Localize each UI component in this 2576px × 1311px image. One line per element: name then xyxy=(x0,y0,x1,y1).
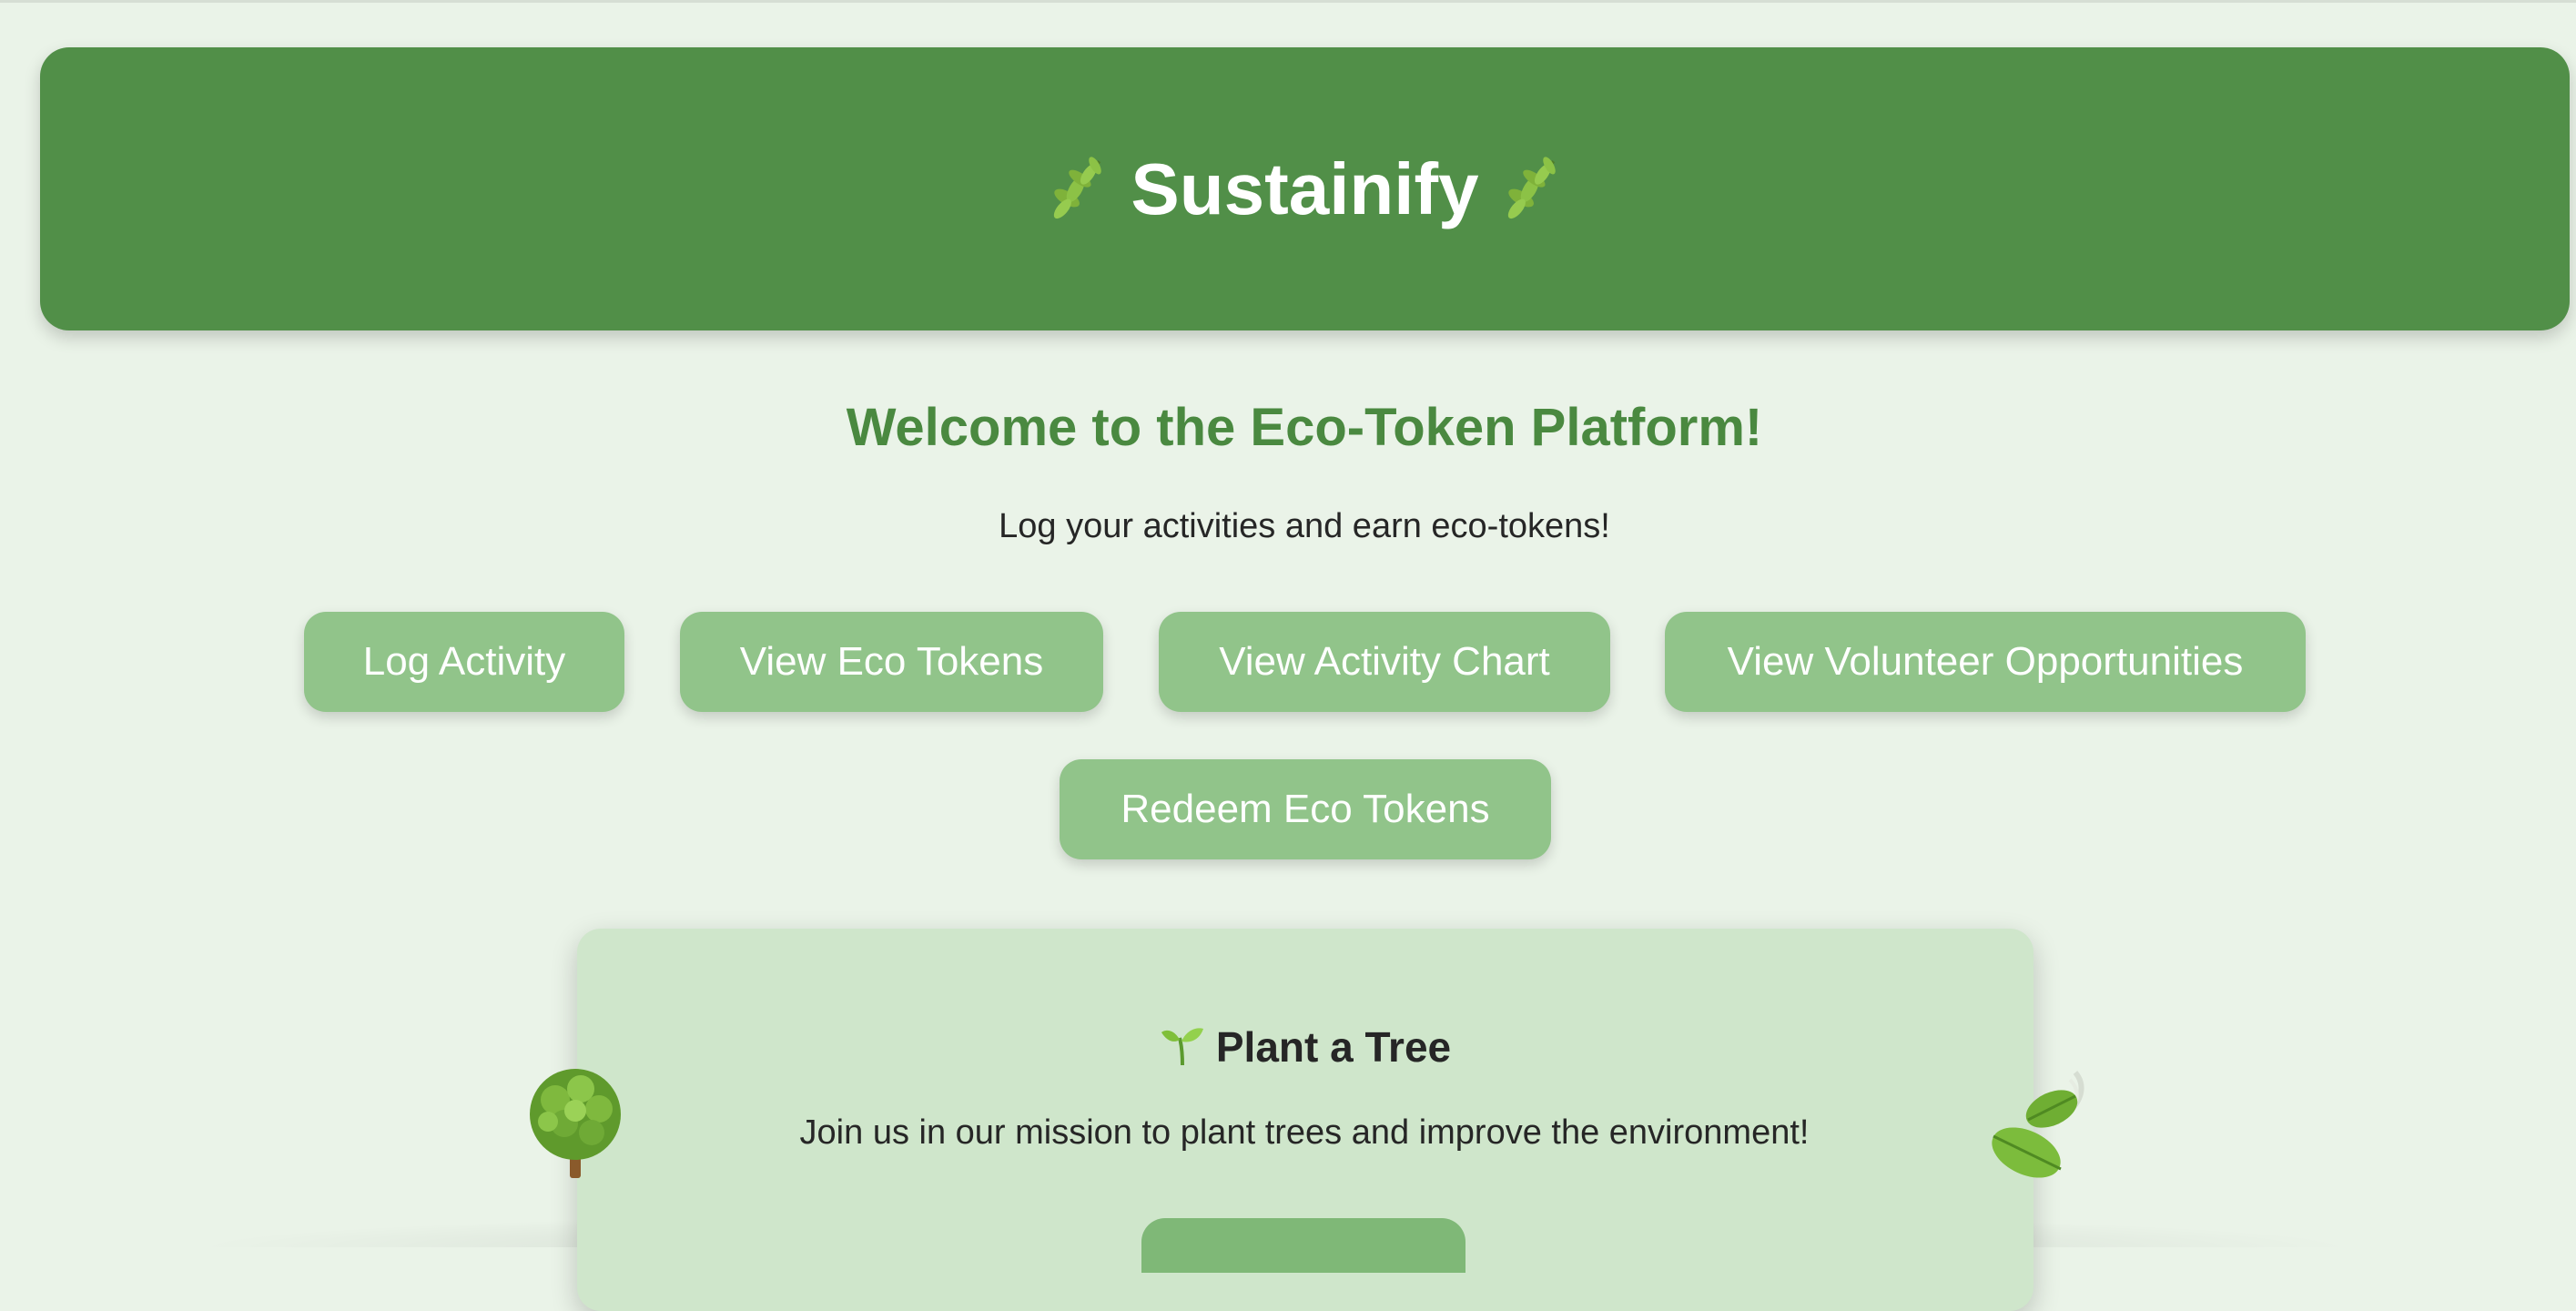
app-header: Sustainify xyxy=(40,47,2570,330)
seedling-icon xyxy=(1160,1021,1205,1072)
falling-leaf-icon xyxy=(1984,1071,2090,1184)
redeem-eco-tokens-button[interactable]: Redeem Eco Tokens xyxy=(1060,759,1551,859)
welcome-title: Welcome to the Eco-Token Platform! xyxy=(846,398,1763,457)
herb-icon xyxy=(1043,155,1112,224)
top-border xyxy=(0,0,2576,3)
card-action-button[interactable] xyxy=(1141,1218,1465,1273)
card-title-group: Plant a Tree xyxy=(577,1021,2033,1072)
welcome-subtitle: Log your activities and earn eco-tokens! xyxy=(999,507,1610,545)
header-title-group: Sustainify xyxy=(1043,147,1567,229)
app-title: Sustainify xyxy=(1131,147,1479,229)
view-eco-tokens-button[interactable]: View Eco Tokens xyxy=(680,612,1103,712)
view-volunteer-opportunities-button[interactable]: View Volunteer Opportunities xyxy=(1665,612,2306,712)
herb-icon xyxy=(1497,155,1567,224)
card-description: Join us in our mission to plant trees an… xyxy=(799,1113,1810,1152)
card-title: Plant a Tree xyxy=(1215,1022,1452,1071)
log-activity-button[interactable]: Log Activity xyxy=(304,612,624,712)
view-activity-chart-button[interactable]: View Activity Chart xyxy=(1159,612,1610,712)
tree-icon xyxy=(522,1067,628,1180)
